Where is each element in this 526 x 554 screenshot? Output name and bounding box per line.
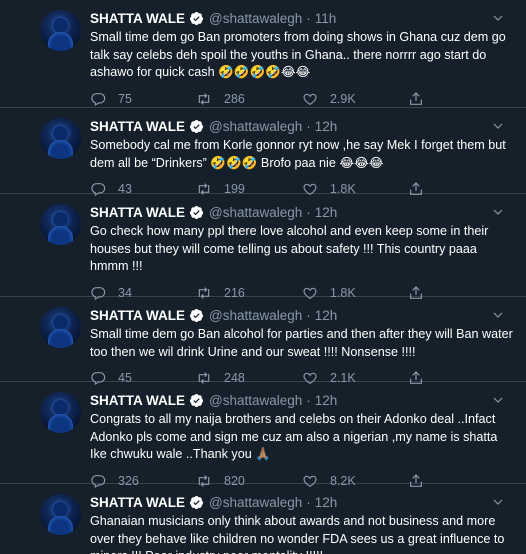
tweet-text: Small time dem go Ban promoters from doi…: [90, 30, 506, 79]
separator-dot: ·: [306, 494, 311, 510]
tweet[interactable]: SHATTA WALE @shattawalegh · 12h Congrats…: [0, 382, 526, 488]
tweet-header: SHATTA WALE @shattawalegh · 12h: [90, 391, 514, 409]
tweet-text: Small time dem go Ban alcohol for partie…: [90, 327, 513, 359]
chevron-down-icon[interactable]: [492, 206, 504, 218]
author-handle[interactable]: @shattawalegh: [209, 119, 302, 134]
separator-dot: ·: [306, 392, 311, 408]
author-handle[interactable]: @shattawalegh: [209, 393, 302, 408]
retweet-button[interactable]: 286: [196, 91, 302, 107]
reply-button[interactable]: 75: [90, 91, 196, 107]
author-handle[interactable]: @shattawalegh: [209, 205, 302, 220]
author-handle[interactable]: @shattawalegh: [209, 11, 302, 26]
avatar[interactable]: [40, 307, 81, 348]
tweet-time[interactable]: 12h: [315, 119, 338, 134]
verified-badge-icon: [189, 205, 204, 219]
tweet-feed: SHATTA WALE @shattawalegh · 11h Small ti…: [0, 0, 526, 554]
tweet-actions: 75 286 2.9K: [90, 88, 514, 110]
verified-badge-icon: [189, 308, 204, 322]
avatar[interactable]: [40, 118, 81, 159]
author-name[interactable]: SHATTA WALE: [90, 11, 185, 26]
retweet-count: 286: [224, 91, 245, 106]
tweet-time[interactable]: 11h: [315, 11, 337, 26]
chevron-down-icon[interactable]: [492, 394, 504, 406]
author-name[interactable]: SHATTA WALE: [90, 495, 185, 510]
author-handle[interactable]: @shattawalegh: [209, 308, 302, 323]
tweet[interactable]: SHATTA WALE @shattawalegh · 11h Small ti…: [0, 0, 526, 108]
author-handle[interactable]: @shattawalegh: [209, 495, 302, 510]
tweet[interactable]: SHATTA WALE @shattawalegh · 12h Somebody…: [0, 108, 526, 197]
verified-badge-icon: [189, 393, 204, 407]
like-count: 2.9K: [330, 91, 356, 106]
retweet-icon: [198, 92, 210, 105]
reply-count: 75: [118, 91, 132, 106]
tweet-text: Go check how many ppl there love alcohol…: [90, 224, 489, 273]
chevron-down-icon[interactable]: [492, 309, 504, 321]
tweet[interactable]: SHATTA WALE @shattawalegh · 12h Ghanaian…: [0, 484, 526, 554]
author-name[interactable]: SHATTA WALE: [90, 119, 185, 134]
tweet-time[interactable]: 12h: [315, 495, 338, 510]
tweet-header: SHATTA WALE @shattawalegh · 12h: [90, 117, 514, 135]
avatar[interactable]: [40, 10, 81, 51]
verified-badge-icon: [189, 495, 204, 509]
tweet-time[interactable]: 12h: [315, 393, 338, 408]
separator-dot: ·: [306, 10, 311, 26]
author-name[interactable]: SHATTA WALE: [90, 393, 185, 408]
tweet-header: SHATTA WALE @shattawalegh · 12h: [90, 493, 514, 511]
share-button[interactable]: [408, 91, 438, 107]
author-name[interactable]: SHATTA WALE: [90, 308, 185, 323]
share-icon: [410, 91, 422, 105]
tweet-text: Ghanaian musicians only think about awar…: [90, 514, 505, 554]
tweet[interactable]: SHATTA WALE @shattawalegh · 12h Small ti…: [0, 297, 526, 386]
tweet-text: Somebody cal me from Korle gonnor ryt no…: [90, 138, 506, 170]
separator-dot: ·: [306, 307, 311, 323]
like-button[interactable]: 2.9K: [302, 91, 408, 107]
tweet-header: SHATTA WALE @shattawalegh · 12h: [90, 306, 514, 324]
tweet-header: SHATTA WALE @shattawalegh · 11h: [90, 9, 514, 27]
tweet-text: Congrats to all my naija brothers and ce…: [90, 412, 498, 461]
tweet[interactable]: SHATTA WALE @shattawalegh · 12h Go check…: [0, 194, 526, 300]
verified-badge-icon: [189, 11, 204, 25]
avatar[interactable]: [40, 204, 81, 245]
verified-badge-icon: [189, 119, 204, 133]
chevron-down-icon[interactable]: [492, 496, 504, 508]
tweet-time[interactable]: 12h: [315, 205, 338, 220]
avatar[interactable]: [40, 494, 81, 535]
tweet-header: SHATTA WALE @shattawalegh · 12h: [90, 203, 514, 221]
chevron-down-icon[interactable]: [492, 120, 504, 132]
separator-dot: ·: [306, 204, 311, 220]
separator-dot: ·: [306, 118, 311, 134]
reply-icon: [91, 92, 106, 106]
heart-icon: [303, 93, 317, 105]
chevron-down-icon[interactable]: [492, 12, 504, 24]
author-name[interactable]: SHATTA WALE: [90, 205, 185, 220]
avatar[interactable]: [40, 392, 81, 433]
tweet-time[interactable]: 12h: [315, 308, 338, 323]
